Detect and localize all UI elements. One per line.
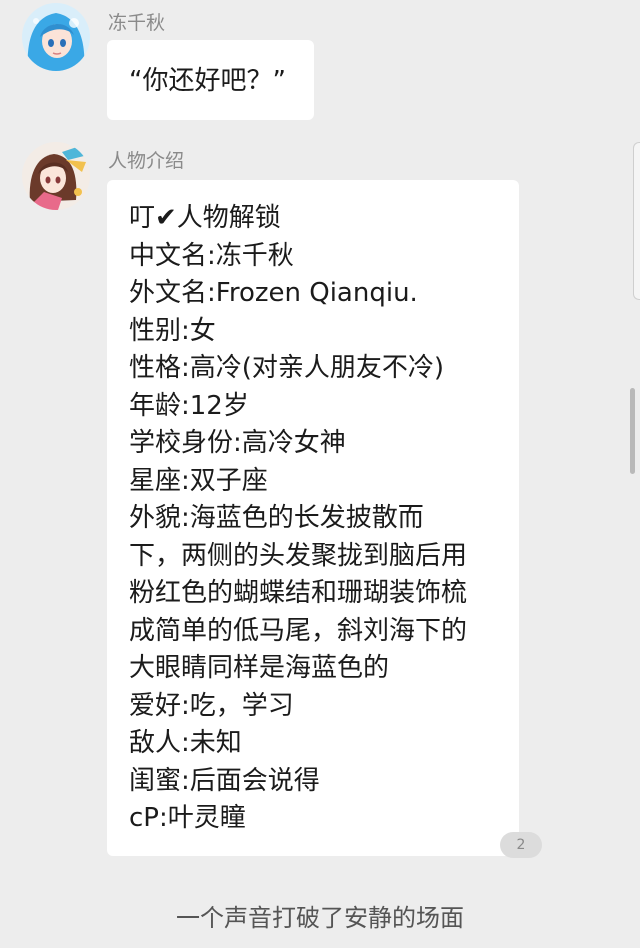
message-line: 大眼睛同样是海蓝色的 [129,653,390,683]
message-text: “你还好吧？” [129,66,286,96]
sender-avatar-1[interactable] [22,3,90,71]
message-line: 外貌:海蓝色的长发披散而 [129,503,424,533]
anime-girl-blue-hair-avatar-icon [22,3,90,71]
page-count-badge: 2 [500,832,542,858]
message-bubble[interactable]: 叮✔人物解锁 中文名:冻千秋 外文名:Frozen Qianqiu. 性别:女 … [107,180,519,856]
message-line: 爱好:吃，学习 [129,690,294,721]
message-line: 学校身份:高冷女神 [129,428,346,458]
message-bubble[interactable]: “你还好吧？” [107,40,314,120]
message-line: 敌人:未知 [129,728,242,758]
message-line: cP:叶灵瞳 [129,803,246,833]
sender-name: 人物介绍 [108,150,185,172]
message-line: 叮✔人物解锁 [129,203,281,233]
message-line: 下，两侧的头发聚拢到脑后用 [129,540,468,571]
message-line: 粉红色的蝴蝶结和珊瑚装饰梳 [129,578,468,608]
message-line: 闺蜜:后面会说得 [129,765,320,796]
message-line: 性格:高冷(对亲人朋友不冷) [129,353,445,383]
side-drawer-handle[interactable] [633,142,640,300]
message-line: 中文名:冻千秋 [129,240,294,271]
scrollbar-thumb[interactable] [630,388,635,474]
message-line: 年龄:12岁 [129,390,249,421]
message-line: 成简单的低马尾，斜刘海下的 [129,615,468,646]
message-text-block: 叮✔人物解锁 中文名:冻千秋 外文名:Frozen Qianqiu. 性别:女 … [129,200,467,838]
sender-name: 冻千秋 [108,12,166,34]
message-line: 星座:双子座 [129,465,268,496]
narration-text: 一个声音打破了安静的场面 [176,904,464,932]
anime-girl-brown-hair-avatar-icon [22,142,90,210]
message-line: 外文名:Frozen Qianqiu. [129,278,418,308]
sender-avatar-2[interactable] [22,142,90,210]
message-line: 性别:女 [129,315,216,346]
